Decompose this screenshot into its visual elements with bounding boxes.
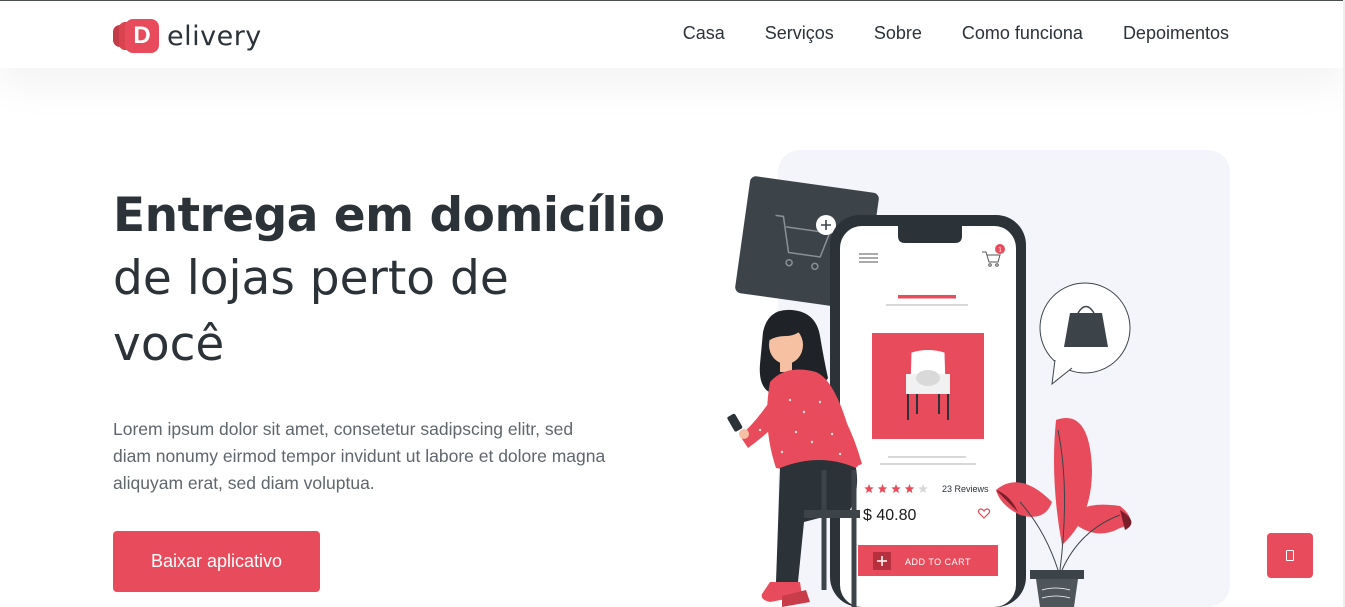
hero-description: Lorem ipsum dolor sit amet, consetetur s… — [113, 419, 606, 493]
nav-link-servicos[interactable]: Serviços — [765, 23, 834, 44]
svg-text:ADD TO CART: ADD TO CART — [905, 557, 971, 567]
navbar: D elivery Casa Serviços Sobre Como funci… — [0, 1, 1345, 68]
floating-mobile-button[interactable] — [1267, 533, 1313, 578]
svg-text:1: 1 — [998, 247, 1002, 254]
hero-title-line-2: de lojas perto de — [113, 251, 509, 306]
nav-link-depoimentos[interactable]: Depoimentos — [1123, 23, 1229, 44]
mobile-icon — [1286, 550, 1294, 561]
logo-letter: D — [125, 19, 159, 53]
reviews-count: 23 Reviews — [942, 484, 989, 494]
logo-badge: D — [113, 19, 159, 53]
shopping-bag-icon — [1064, 313, 1108, 347]
product-price: $ 40.80 — [863, 507, 916, 524]
hero-illustration: 1 23 Reviews $ 40.80 ADD TO CART — [727, 150, 1230, 607]
nav-link-como-funciona[interactable]: Como funciona — [962, 23, 1083, 44]
download-app-button[interactable]: Baixar aplicativo — [113, 531, 320, 592]
logo-text: elivery — [167, 20, 262, 52]
hero-title: Entrega em domicílio de lojas perto de v… — [113, 186, 673, 378]
phone-mockup: 1 23 Reviews $ 40.80 ADD TO CART — [830, 215, 1026, 607]
nav-link-casa[interactable]: Casa — [683, 23, 725, 44]
nav-link-sobre[interactable]: Sobre — [874, 23, 922, 44]
main-nav: Casa Serviços Sobre Como funciona Depoim… — [683, 23, 1229, 44]
hero-title-bold: Entrega em domicílio — [113, 188, 665, 243]
logo[interactable]: D elivery — [113, 19, 262, 53]
smartphone-icon — [727, 413, 743, 432]
hero-title-line-3: você — [113, 317, 225, 372]
